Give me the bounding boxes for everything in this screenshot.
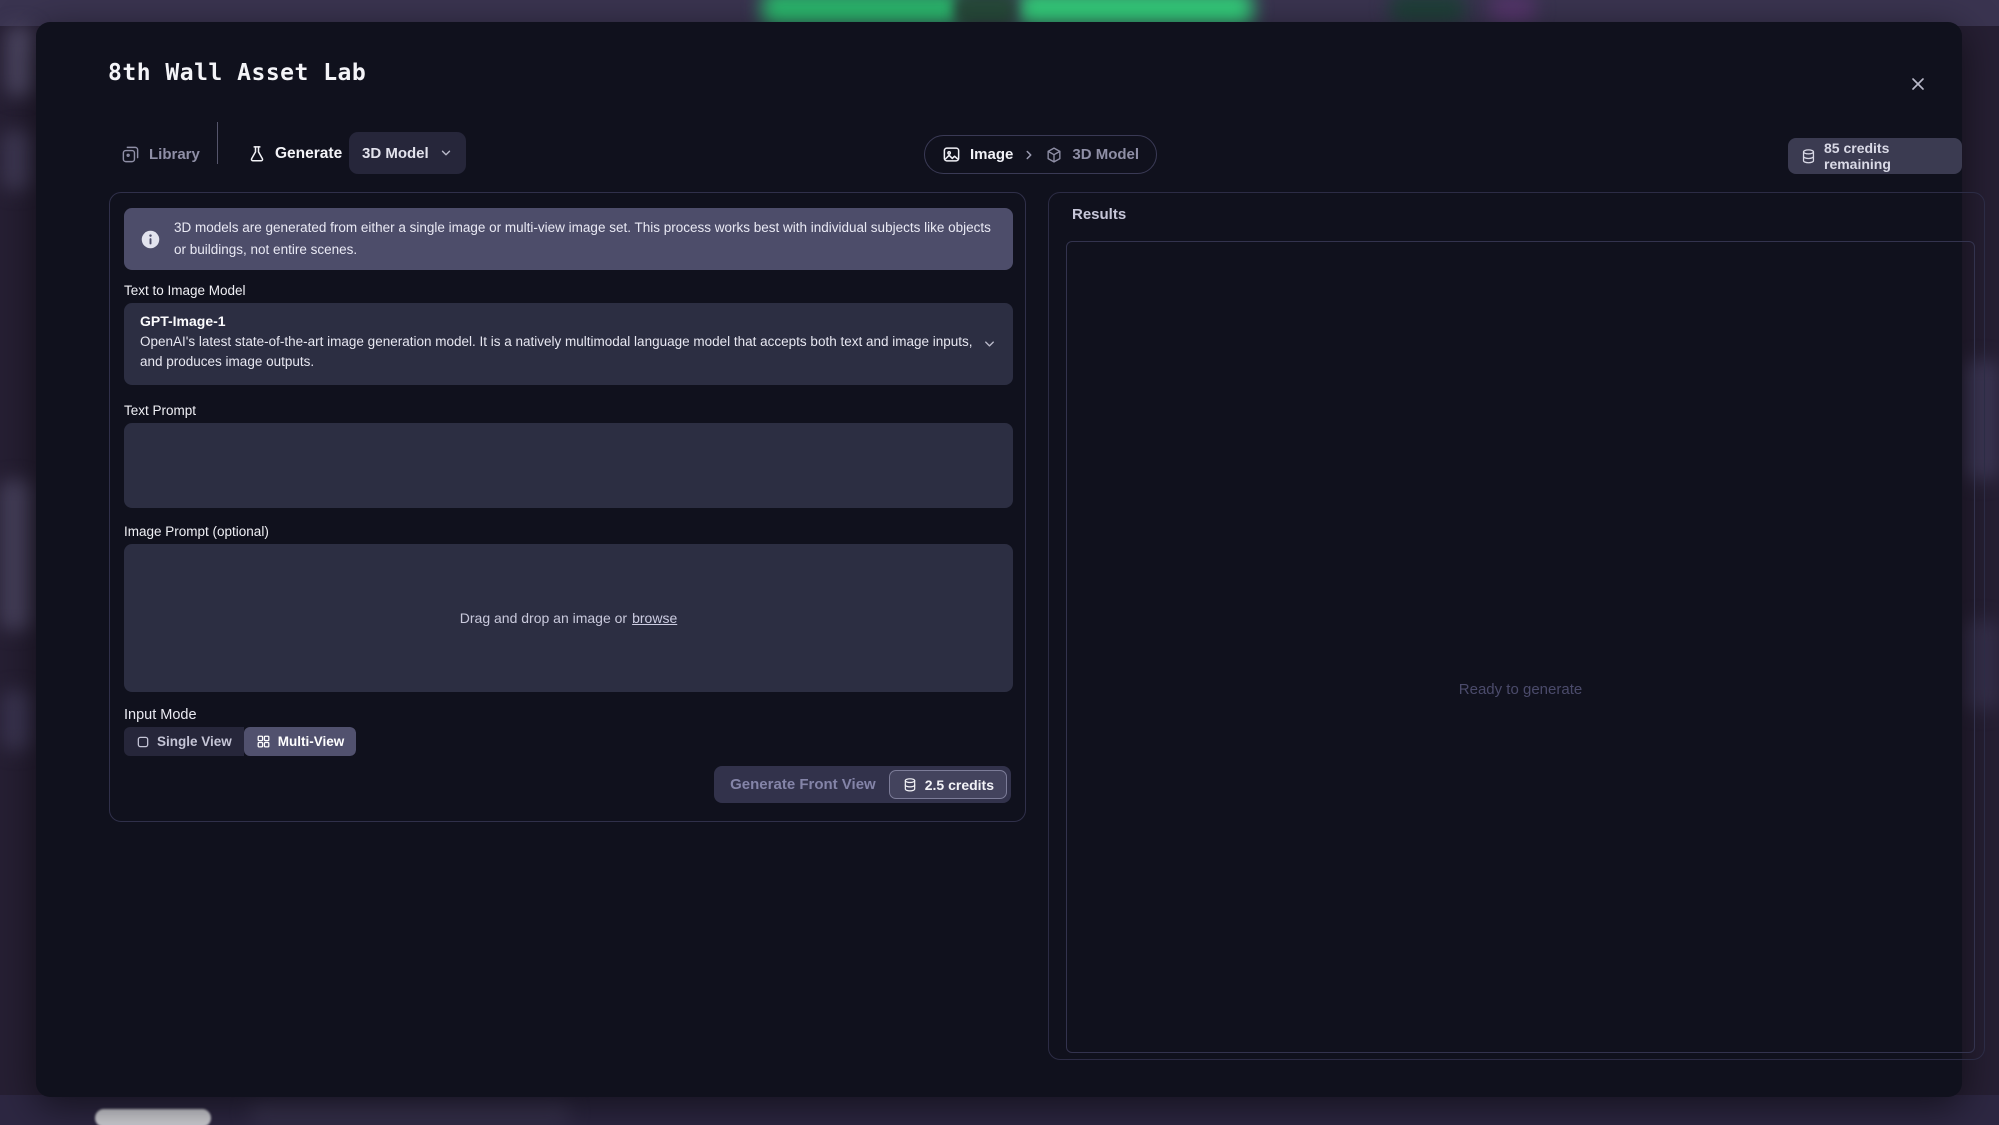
model-name: GPT-Image-1: [140, 313, 973, 329]
tab-generate[interactable]: Generate: [248, 134, 342, 174]
square-outline-icon: [136, 735, 150, 749]
asset-lab-modal: 8th Wall Asset Lab Library: [36, 22, 1962, 1097]
input-mode-label: Input Mode: [124, 707, 197, 723]
image-prompt-label: Image Prompt (optional): [124, 524, 269, 539]
background-blob: [95, 1109, 211, 1125]
background-blob: [0, 480, 32, 630]
close-icon: [1908, 74, 1928, 94]
info-banner: 3D models are generated from either a si…: [124, 208, 1013, 270]
model-select-label: Text to Image Model: [124, 283, 246, 298]
coin-stack-icon: [1800, 148, 1817, 165]
screen: 8th Wall Asset Lab Library: [0, 0, 1999, 1125]
tab-library[interactable]: Library: [121, 134, 200, 174]
chevron-down-icon: [439, 146, 453, 160]
text-prompt-label: Text Prompt: [124, 403, 196, 418]
dropzone-text: Drag and drop an image or: [460, 610, 627, 626]
chevron-right-icon: [1022, 148, 1036, 162]
background-blob: [2, 130, 32, 190]
asset-type-selected: 3D Model: [362, 145, 429, 162]
coin-stack-icon: [902, 777, 918, 793]
browse-link[interactable]: browse: [632, 610, 677, 626]
generate-button-label: Generate Front View: [730, 776, 876, 793]
nav-divider: [217, 122, 218, 164]
generate-front-view-button[interactable]: Generate Front View 2.5 credits: [714, 766, 1011, 803]
generation-form-panel: 3D models are generated from either a si…: [109, 192, 1026, 822]
breadcrumb-step-3d-model: 3D Model: [1072, 146, 1139, 163]
background-blob: [1390, 0, 1465, 24]
text-prompt-input[interactable]: [124, 423, 1013, 508]
generate-cost-pill: 2.5 credits: [889, 770, 1007, 799]
background-blob: [6, 26, 34, 96]
multi-view-label: Multi-View: [278, 734, 345, 749]
tab-library-label: Library: [149, 146, 200, 163]
credits-badge-label: 85 credits remaining: [1824, 140, 1950, 172]
single-view-label: Single View: [157, 734, 232, 749]
info-banner-text: 3D models are generated from either a si…: [174, 217, 994, 260]
flask-icon: [248, 145, 266, 163]
input-mode-toggle: Single View Multi-View: [124, 727, 356, 756]
page-title: 8th Wall Asset Lab: [108, 60, 366, 86]
breadcrumb-step-image: Image: [970, 146, 1013, 163]
pipeline-breadcrumb[interactable]: Image 3D Model: [924, 135, 1157, 174]
close-button[interactable]: [1902, 68, 1934, 100]
model-select[interactable]: GPT-Image-1 OpenAI's latest state-of-the…: [124, 303, 1013, 385]
single-view-option[interactable]: Single View: [124, 727, 244, 756]
model-description: OpenAI's latest state-of-the-art image g…: [140, 332, 973, 373]
results-viewport: Ready to generate: [1066, 241, 1975, 1053]
background-blob: [250, 1100, 570, 1125]
results-title: Results: [1072, 206, 1126, 223]
tab-generate-label: Generate: [275, 145, 342, 163]
asset-type-dropdown[interactable]: 3D Model: [349, 132, 466, 174]
generate-cost-label: 2.5 credits: [925, 777, 994, 793]
results-empty-state: Ready to generate: [1459, 596, 1582, 698]
credits-badge[interactable]: 85 credits remaining: [1788, 138, 1962, 174]
chevron-down-icon: [982, 337, 997, 352]
multi-view-option[interactable]: Multi-View: [244, 727, 357, 756]
library-icon: [121, 145, 140, 164]
grid-2x2-icon: [256, 734, 271, 749]
image-dropzone[interactable]: Drag and drop an image or browse: [124, 544, 1013, 692]
cube-icon: [1045, 146, 1063, 164]
results-panel: Results Ready to generate: [1048, 192, 1985, 1060]
background-blob: [1490, 0, 1535, 24]
background-blob: [2, 690, 32, 750]
info-icon: [140, 229, 161, 250]
image-icon: [942, 145, 961, 164]
